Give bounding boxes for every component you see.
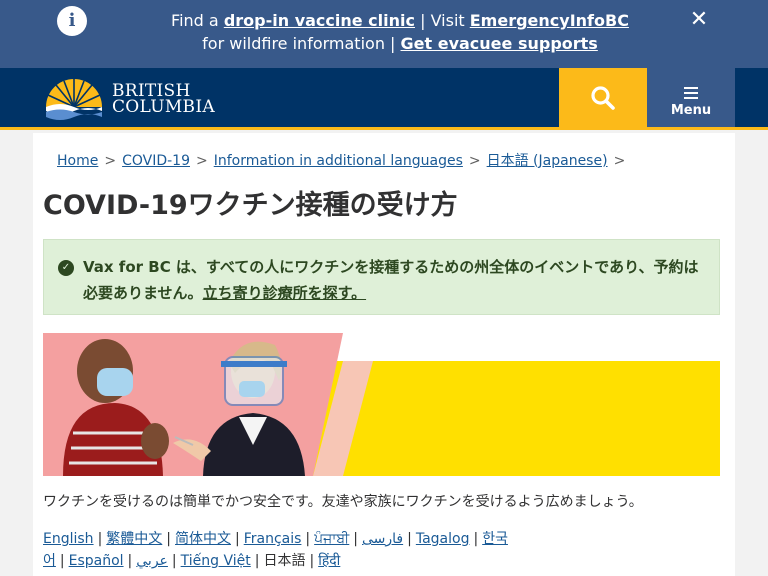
alert-message: Find a drop-in vaccine clinic | Visit Em… bbox=[120, 9, 680, 55]
language-links: English | 繁體中文 | 简体中文 | Français | ਪੰਜਾਬੀ | فارسی |… bbox=[43, 531, 508, 569]
search-icon bbox=[591, 86, 615, 110]
lang-link-spanish[interactable]: Español bbox=[69, 553, 124, 569]
alert-banner: i Find a drop-in vaccine clinic | Visit … bbox=[0, 0, 768, 68]
lang-link-english[interactable]: English bbox=[43, 531, 94, 547]
alert-text-wildfire: for wildfire information | bbox=[202, 34, 401, 53]
breadcrumb-japanese[interactable]: 日本語 (Japanese) bbox=[487, 153, 608, 169]
alert-text-visit: | Visit bbox=[415, 11, 470, 30]
breadcrumb-separator: > bbox=[104, 153, 117, 169]
breadcrumb-separator: > bbox=[195, 153, 208, 169]
breadcrumb-separator: > bbox=[468, 153, 481, 169]
page-title: COVID-19ワクチン接種の受け方 bbox=[43, 190, 458, 221]
lang-link-traditional-chinese[interactable]: 繁體中文 bbox=[106, 531, 162, 547]
bc-logo[interactable]: BRITISH COLUMBIA bbox=[42, 77, 215, 121]
find-clinic-link[interactable]: 立ち寄り診療所を探す。 bbox=[203, 284, 367, 302]
alert-text-find: Find a bbox=[171, 11, 224, 30]
lang-link-simplified-chinese[interactable]: 简体中文 bbox=[175, 531, 231, 547]
sun-logo-icon bbox=[46, 79, 102, 120]
site-header: BRITISH COLUMBIA Menu bbox=[0, 68, 768, 130]
lang-link-tagalog[interactable]: Tagalog bbox=[416, 531, 470, 547]
hamburger-icon bbox=[684, 87, 698, 99]
breadcrumb-home[interactable]: Home bbox=[57, 153, 98, 169]
lang-link-punjabi[interactable]: ਪੰਜਾਬੀ bbox=[314, 531, 349, 547]
lang-link-arabic[interactable]: عربي bbox=[136, 553, 168, 569]
emergency-info-link[interactable]: EmergencyInfoBC bbox=[470, 11, 629, 30]
lang-link-french[interactable]: Français bbox=[244, 531, 302, 547]
lang-link-farsi[interactable]: فارسی bbox=[362, 531, 403, 547]
success-notice: ✓ Vax for BC は、すべての人にワクチンを接種するための州全体のイベン… bbox=[43, 239, 720, 315]
vaccination-illustration bbox=[43, 333, 720, 476]
menu-label: Menu bbox=[670, 103, 712, 118]
search-button[interactable] bbox=[559, 68, 647, 127]
lang-link-hindi[interactable]: हिंदी bbox=[318, 553, 340, 569]
breadcrumb: Home > COVID-19 > Information in additional … bbox=[57, 151, 631, 171]
menu-button[interactable]: Menu bbox=[647, 68, 735, 127]
notice-message: Vax for BC は、すべての人にワクチンを接種するための州全体のイベントで… bbox=[83, 254, 707, 306]
check-circle-icon: ✓ bbox=[58, 260, 74, 276]
close-icon[interactable]: ✕ bbox=[687, 8, 711, 32]
drop-in-clinic-link[interactable]: drop-in vaccine clinic bbox=[224, 11, 415, 30]
breadcrumb-covid[interactable]: COVID-19 bbox=[122, 153, 190, 169]
main-content: Home > COVID-19 > Information in additional … bbox=[33, 133, 735, 576]
logo-line-columbia: COLUMBIA bbox=[112, 97, 215, 117]
evacuee-supports-link[interactable]: Get evacuee supports bbox=[401, 34, 598, 53]
intro-text: ワクチンを受けるのは簡単でかつ安全です。友達や家族にワクチンを受けるよう広めまし… bbox=[43, 494, 643, 510]
vaccination-banner-image bbox=[43, 333, 720, 476]
notice-body: Vax for BC は、すべての人にワクチンを接種するための州全体のイベントで… bbox=[83, 258, 699, 302]
logo-wordmark: BRITISH COLUMBIA bbox=[112, 83, 215, 117]
lang-current-japanese: 日本語 bbox=[263, 553, 306, 569]
info-icon: i bbox=[57, 6, 87, 36]
lang-link-vietnamese[interactable]: Tiếng Việt bbox=[181, 553, 251, 569]
breadcrumb-languages[interactable]: Information in additional languages bbox=[214, 153, 463, 169]
breadcrumb-separator: > bbox=[613, 153, 626, 169]
